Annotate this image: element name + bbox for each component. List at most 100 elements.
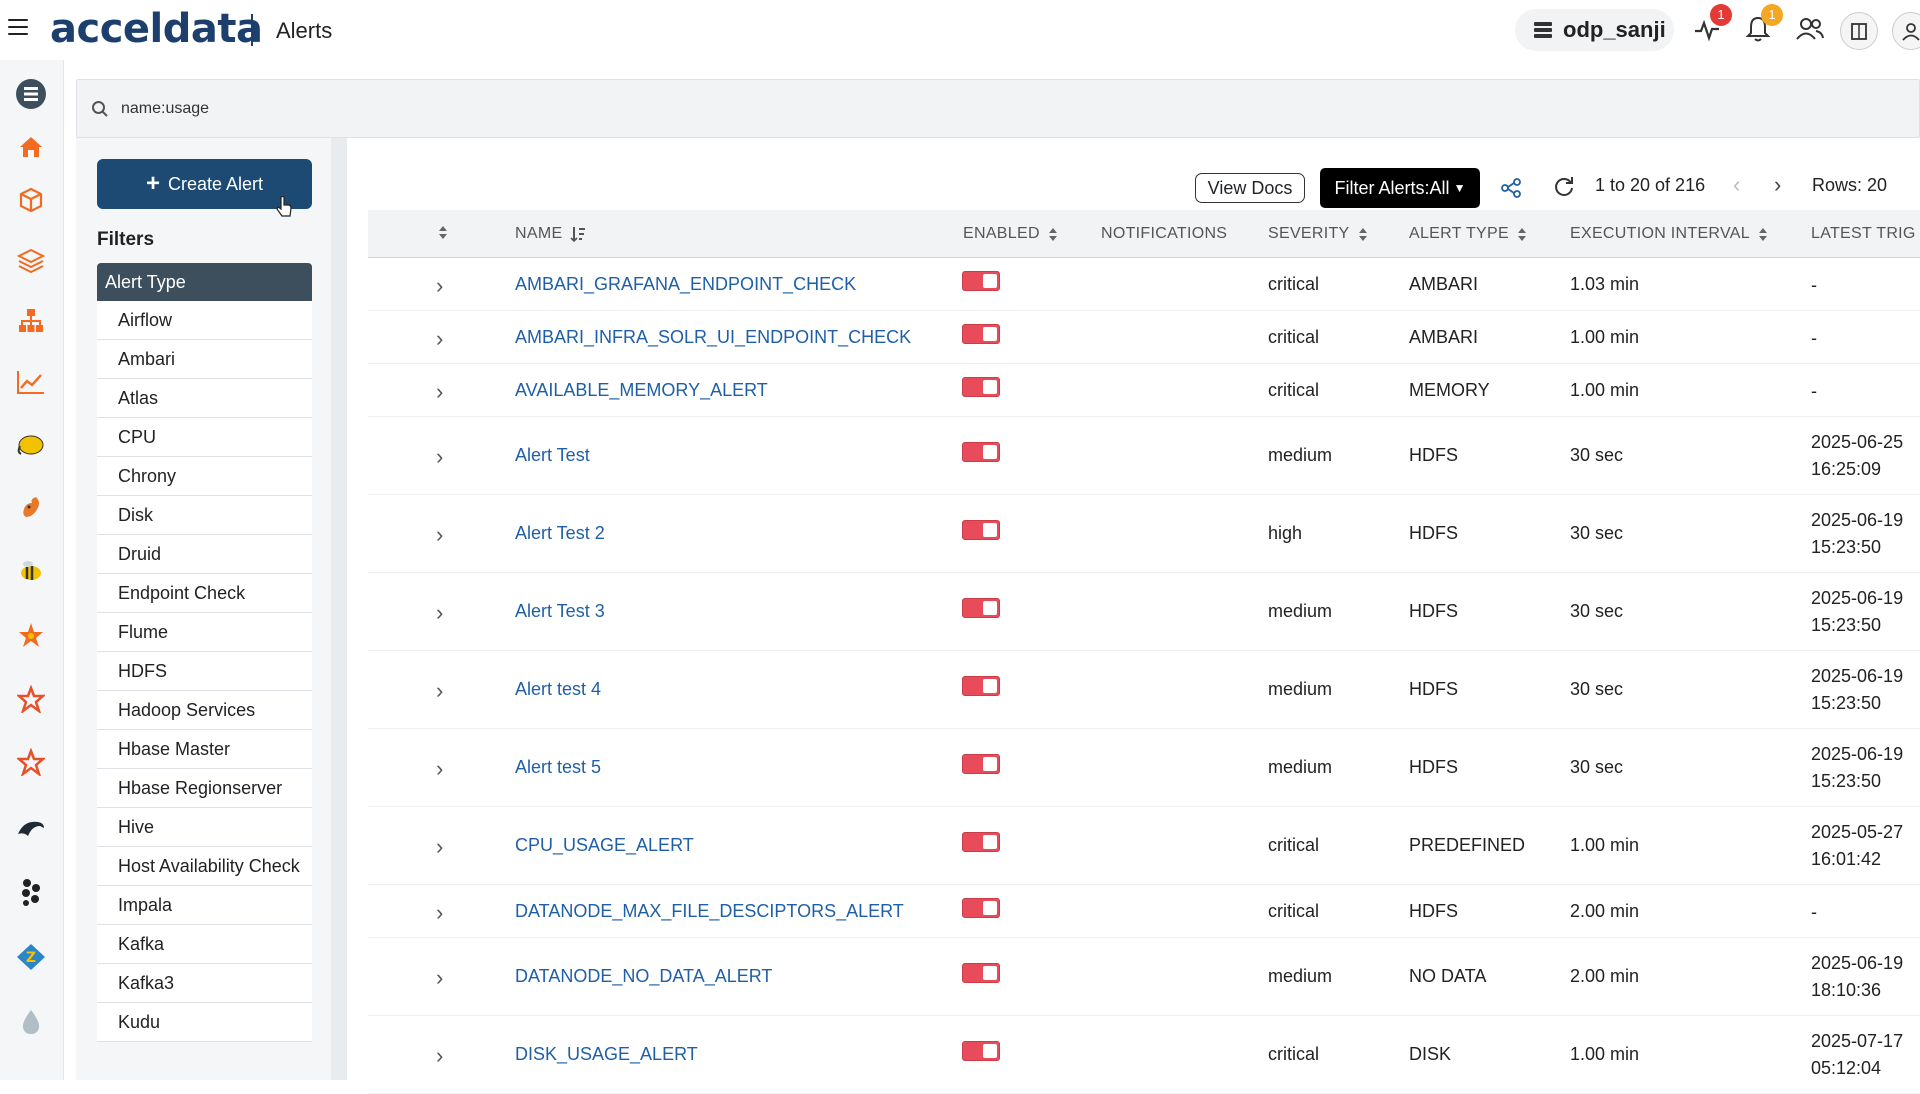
table-row[interactable]: › Alert Test medium HDFS 30 sec 2025-06-25 16… xyxy=(368,417,1920,495)
building-icon[interactable] xyxy=(1840,12,1878,50)
filter-item[interactable]: Disk xyxy=(97,496,312,535)
expand-row-chevron-icon[interactable]: › xyxy=(436,678,443,704)
expand-row-chevron-icon[interactable]: › xyxy=(436,834,443,860)
dolphin-icon[interactable] xyxy=(14,810,48,844)
table-row[interactable]: › DATANODE_NO_DATA_ALERT medium NO DATA 2.00… xyxy=(368,938,1920,1016)
table-row[interactable]: › Alert test 5 medium HDFS 30 sec 2025-06-19 … xyxy=(368,729,1920,807)
home-icon[interactable] xyxy=(14,130,48,164)
activity-icon[interactable]: 1 xyxy=(1692,4,1732,44)
expand-row-chevron-icon[interactable]: › xyxy=(436,379,443,405)
expand-row-chevron-icon[interactable]: › xyxy=(436,522,443,548)
filter-group-header[interactable]: Alert Type xyxy=(97,263,312,301)
expand-row-chevron-icon[interactable]: › xyxy=(436,756,443,782)
alert-name-link[interactable]: DATANODE_NO_DATA_ALERT xyxy=(515,966,772,987)
expand-row-chevron-icon[interactable]: › xyxy=(436,600,443,626)
table-row[interactable]: › Alert Test 3 medium HDFS 30 sec 2025-06-19 … xyxy=(368,573,1920,651)
expand-row-chevron-icon[interactable]: › xyxy=(436,900,443,926)
column-severity[interactable]: SEVERITY xyxy=(1268,225,1368,243)
column-execution-interval[interactable]: EXECUTION INTERVAL xyxy=(1570,225,1768,243)
filter-item[interactable]: Hive xyxy=(97,808,312,847)
bell-icon[interactable]: 1 xyxy=(1743,4,1783,44)
filter-item[interactable]: Endpoint Check xyxy=(97,574,312,613)
zookeeper-icon[interactable]: Z xyxy=(14,940,48,974)
filter-item[interactable]: Hadoop Services xyxy=(97,691,312,730)
table-row[interactable]: › Alert Test 2 high HDFS 30 sec 2025-06-19 15… xyxy=(368,495,1920,573)
cube-icon[interactable] xyxy=(14,183,48,217)
alert-name-link[interactable]: AVAILABLE_MEMORY_ALERT xyxy=(515,380,768,401)
enabled-toggle[interactable] xyxy=(962,598,1000,618)
column-enabled[interactable]: ENABLED xyxy=(963,225,1058,243)
alert-name-link[interactable]: AMBARI_GRAFANA_ENDPOINT_CHECK xyxy=(515,274,856,295)
share-icon[interactable] xyxy=(1500,177,1522,199)
database-icon[interactable] xyxy=(14,77,48,111)
filter-item[interactable]: Flume xyxy=(97,613,312,652)
filter-item[interactable]: Kudu xyxy=(97,1003,312,1042)
expand-row-chevron-icon[interactable]: › xyxy=(436,273,443,299)
drop-icon[interactable] xyxy=(14,1005,48,1039)
filter-item[interactable]: Airflow xyxy=(97,301,312,340)
enabled-toggle[interactable] xyxy=(962,676,1000,696)
chart-icon[interactable] xyxy=(14,365,48,399)
enabled-toggle[interactable] xyxy=(962,1041,1000,1061)
table-row[interactable]: › AVAILABLE_MEMORY_ALERT critical MEMORY 1.0… xyxy=(368,364,1920,417)
expand-row-chevron-icon[interactable]: › xyxy=(436,1043,443,1069)
star-icon[interactable] xyxy=(14,618,48,652)
previous-page-icon[interactable]: ‹ xyxy=(1733,172,1740,198)
filter-alerts-dropdown[interactable]: Filter Alerts:All ▼ xyxy=(1320,168,1480,208)
enabled-toggle[interactable] xyxy=(962,520,1000,540)
table-row[interactable]: › AMBARI_GRAFANA_ENDPOINT_CHECK critical AM… xyxy=(368,258,1920,311)
layers-icon[interactable] xyxy=(14,243,48,277)
next-page-icon[interactable]: › xyxy=(1774,172,1781,198)
alert-name-link[interactable]: CPU_USAGE_ALERT xyxy=(515,835,694,856)
hierarchy-icon[interactable] xyxy=(14,303,48,337)
enabled-toggle[interactable] xyxy=(962,442,1000,462)
filter-item[interactable]: CPU xyxy=(97,418,312,457)
table-row[interactable]: › DATANODE_MAX_FILE_DESCIPTORS_ALERT criti… xyxy=(368,885,1920,938)
filter-item[interactable]: Kafka3 xyxy=(97,964,312,1003)
enabled-toggle[interactable] xyxy=(962,898,1000,918)
alert-name-link[interactable]: Alert Test 2 xyxy=(515,523,605,544)
filter-item[interactable]: Ambari xyxy=(97,340,312,379)
column-latest-trigger[interactable]: LATEST TRIG xyxy=(1811,225,1916,243)
filter-item[interactable]: HDFS xyxy=(97,652,312,691)
hadoop-elephant-icon[interactable] xyxy=(14,428,48,462)
enabled-toggle[interactable] xyxy=(962,324,1000,344)
users-icon[interactable] xyxy=(1795,14,1825,44)
alert-name-link[interactable]: Alert test 5 xyxy=(515,757,601,778)
rows-per-page[interactable]: Rows: 20 xyxy=(1812,175,1887,196)
table-row[interactable]: › Alert test 4 medium HDFS 30 sec 2025-06-19 … xyxy=(368,651,1920,729)
filter-item[interactable]: Hbase Regionserver xyxy=(97,769,312,808)
filter-item[interactable]: Chrony xyxy=(97,457,312,496)
bee-icon[interactable] xyxy=(14,554,48,588)
enabled-toggle[interactable] xyxy=(962,832,1000,852)
squirrel-icon[interactable] xyxy=(14,490,48,524)
alert-name-link[interactable]: Alert Test xyxy=(515,445,590,466)
view-docs-button[interactable]: View Docs xyxy=(1195,173,1305,203)
column-alert-type[interactable]: ALERT TYPE xyxy=(1409,225,1527,243)
enabled-toggle[interactable] xyxy=(962,963,1000,983)
filter-item[interactable]: Kafka xyxy=(97,925,312,964)
cluster-selector[interactable]: odp_sanji xyxy=(1515,9,1674,51)
table-row[interactable]: › AMBARI_INFRA_SOLR_UI_ENDPOINT_CHECK crit… xyxy=(368,311,1920,364)
user-avatar-icon[interactable] xyxy=(1892,12,1920,50)
alert-name-link[interactable]: DISK_USAGE_ALERT xyxy=(515,1044,698,1065)
expand-row-chevron-icon[interactable]: › xyxy=(436,965,443,991)
table-row[interactable]: › CPU_USAGE_ALERT critical PREDEFINED 1.00 m… xyxy=(368,807,1920,885)
alert-name-link[interactable]: Alert test 4 xyxy=(515,679,601,700)
filter-item[interactable]: Impala xyxy=(97,886,312,925)
enabled-toggle[interactable] xyxy=(962,754,1000,774)
enabled-toggle[interactable] xyxy=(962,271,1000,291)
enabled-toggle[interactable] xyxy=(962,377,1000,397)
spark-alt-icon[interactable] xyxy=(14,745,48,779)
expand-sort-icon[interactable] xyxy=(438,225,448,240)
hamburger-menu-icon[interactable] xyxy=(8,19,28,35)
expand-row-chevron-icon[interactable]: › xyxy=(436,326,443,352)
filter-item[interactable]: Atlas xyxy=(97,379,312,418)
alert-name-link[interactable]: DATANODE_MAX_FILE_DESCIPTORS_ALERT xyxy=(515,901,904,922)
filter-item[interactable]: Hbase Master xyxy=(97,730,312,769)
expand-row-chevron-icon[interactable]: › xyxy=(436,444,443,470)
filter-item[interactable]: Host Availability Check xyxy=(97,847,312,886)
search-input[interactable] xyxy=(121,99,1821,118)
spark-icon[interactable] xyxy=(14,682,48,716)
table-row[interactable]: › DISK_USAGE_ALERT critical DISK 1.00 min 202… xyxy=(368,1016,1920,1094)
